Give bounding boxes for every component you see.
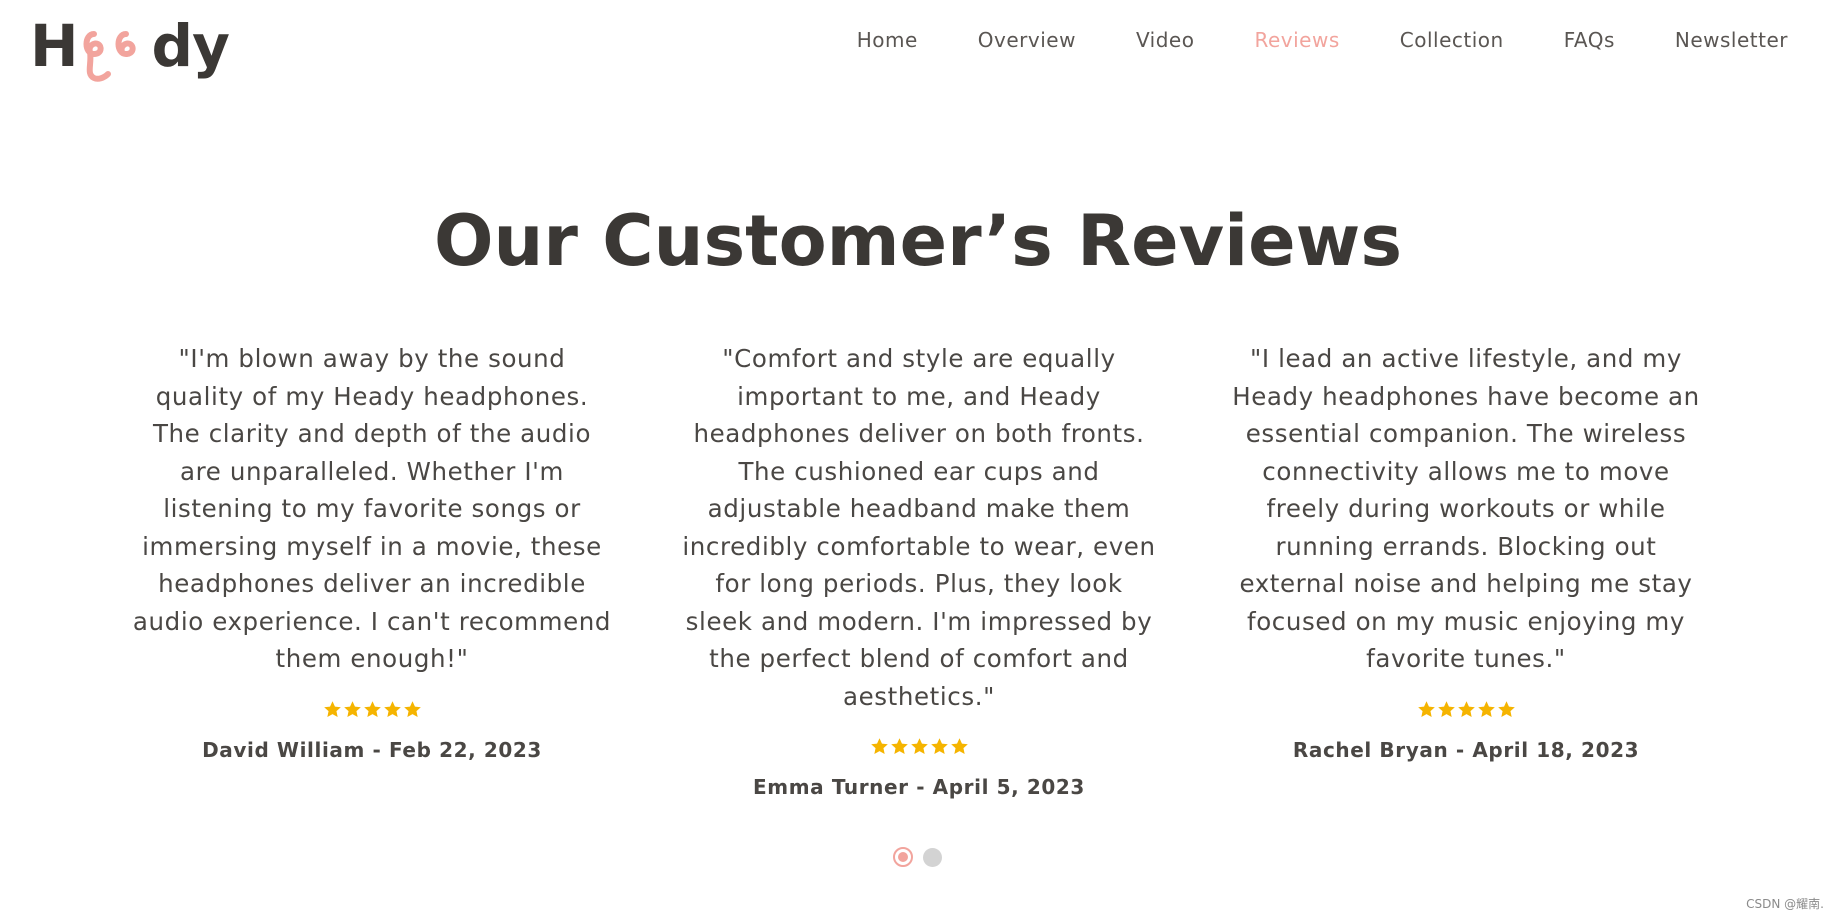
star-icon — [910, 738, 928, 755]
review-card: "I'm blown away by the sound quality of … — [127, 340, 617, 799]
star-icon — [1477, 700, 1495, 717]
star-rating — [1221, 700, 1711, 724]
review-author-date: Rachel Bryan - April 18, 2023 — [1292, 737, 1640, 762]
star-icon — [870, 738, 888, 755]
heady-logo[interactable]: H dy — [30, 6, 230, 86]
star-icon — [403, 700, 421, 717]
reviews-list: "I'm blown away by the sound quality of … — [127, 340, 1711, 799]
logo-letters-dy: dy — [151, 12, 230, 80]
star-icon — [343, 700, 361, 717]
watermark-text: CSDN @耀南. — [1746, 897, 1824, 911]
star-rating — [674, 737, 1164, 761]
star-rating — [127, 700, 617, 724]
nav-collection[interactable]: Collection — [1400, 28, 1504, 52]
star-icon — [383, 700, 401, 717]
review-text: "I lead an active lifestyle, and my Head… — [1232, 344, 1700, 673]
nav-video[interactable]: Video — [1136, 28, 1195, 52]
star-icon — [930, 738, 948, 755]
review-author-date: Emma Turner - April 5, 2023 — [753, 775, 1085, 799]
page-title: Our Customer’s Reviews — [434, 200, 1402, 282]
star-icon — [1497, 700, 1515, 717]
star-icon — [323, 700, 341, 717]
star-icon — [890, 738, 908, 755]
nav-reviews[interactable]: Reviews — [1254, 28, 1339, 52]
star-icon — [363, 700, 381, 717]
review-text: "Comfort and style are equally important… — [682, 344, 1156, 711]
star-icon — [950, 738, 968, 755]
nav-overview[interactable]: Overview — [978, 28, 1076, 52]
review-card: "I lead an active lifestyle, and my Head… — [1221, 340, 1711, 799]
logo-letter-h: H — [30, 12, 79, 80]
carousel-dot-1[interactable] — [893, 847, 913, 867]
star-icon — [1457, 700, 1475, 717]
nav-faqs[interactable]: FAQs — [1564, 28, 1615, 52]
site-header: H dy Home Overview Video Reviews Collect… — [0, 0, 1836, 92]
nav-home[interactable]: Home — [857, 28, 918, 52]
review-author-date: David William - Feb 22, 2023 — [202, 737, 542, 762]
carousel-dot-2[interactable] — [923, 847, 942, 867]
review-card: "Comfort and style are equally important… — [674, 340, 1164, 799]
star-icon — [1437, 700, 1455, 717]
logo-ee-mark-icon — [83, 31, 136, 82]
main-nav: Home Overview Video Reviews Collection F… — [797, 28, 1788, 52]
star-icon — [1417, 700, 1435, 717]
carousel-pagination — [893, 847, 942, 867]
nav-newsletter[interactable]: Newsletter — [1675, 28, 1788, 52]
review-text: "I'm blown away by the sound quality of … — [132, 344, 612, 673]
